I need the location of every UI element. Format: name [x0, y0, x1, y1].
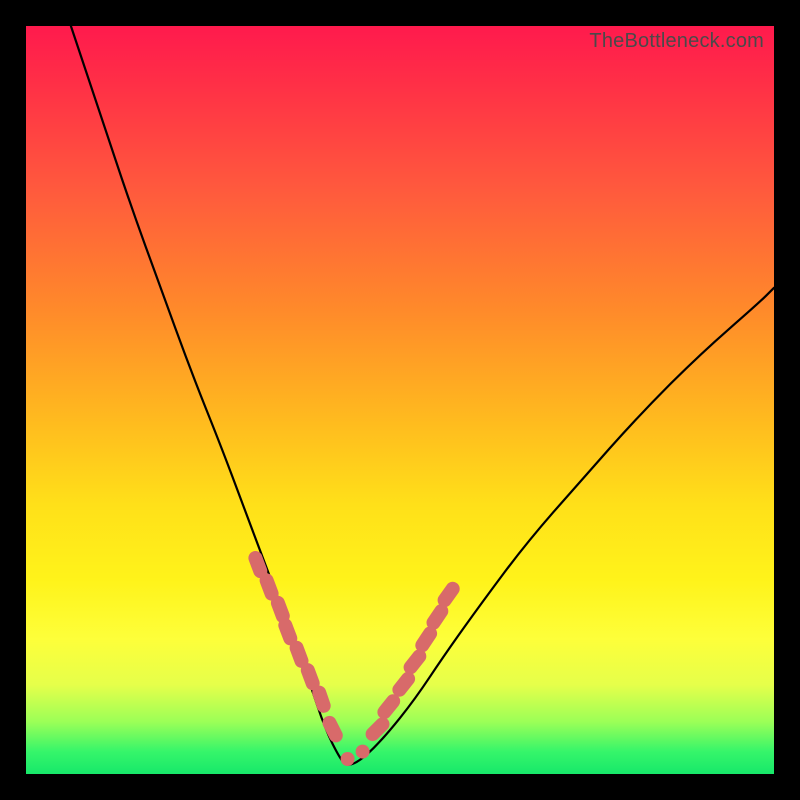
highlight-dot: [384, 701, 393, 712]
highlight-dot: [341, 752, 355, 766]
highlight-dot: [422, 634, 430, 646]
highlight-dot: [356, 745, 370, 759]
highlight-dot: [278, 603, 283, 616]
plot-area: TheBottleneck.com: [26, 26, 774, 774]
highlight-dot: [308, 670, 313, 683]
highlight-dot: [373, 724, 383, 734]
highlight-dot: [267, 580, 272, 593]
curve-svg: [26, 26, 774, 774]
highlight-dot: [330, 723, 336, 736]
highlight-dot: [445, 589, 453, 600]
highlight-dot: [297, 648, 302, 661]
highlight-dot: [399, 679, 408, 690]
highlight-dots-group: [255, 558, 452, 766]
highlight-dot: [411, 656, 420, 667]
highlight-dot: [319, 693, 324, 706]
highlight-dot: [285, 625, 290, 638]
chart-frame: TheBottleneck.com: [0, 0, 800, 800]
highlight-dot: [434, 611, 442, 623]
highlight-dot: [255, 558, 260, 571]
